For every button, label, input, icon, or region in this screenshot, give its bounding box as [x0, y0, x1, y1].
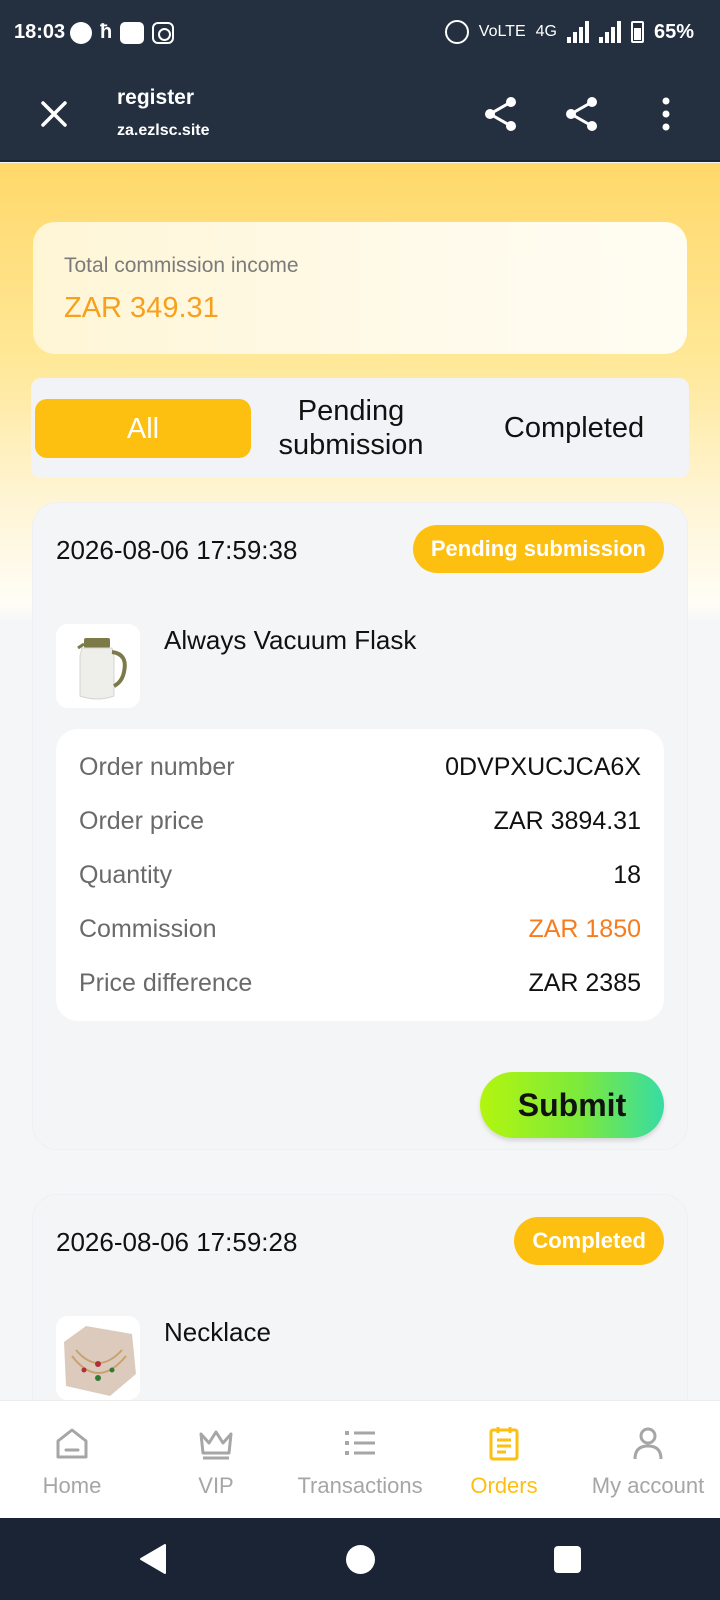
status-badge: Completed [514, 1217, 664, 1265]
order-date: 2026-08-06 17:59:38 [56, 535, 298, 565]
battery-percent: 65% [653, 20, 694, 43]
browser-toolbar: register za.ezlsc.site [0, 66, 720, 162]
bottom-navigation: Home VIP Transactions Orders My account [0, 1400, 720, 1518]
tab-pending-submission[interactable]: Pending submission [263, 378, 439, 478]
income-value: ZAR 349.31 [64, 292, 219, 324]
nav-vip-label: VIP [198, 1473, 234, 1498]
battery-icon [630, 21, 644, 43]
crown-icon [199, 1430, 233, 1460]
back-icon[interactable] [137, 1542, 169, 1576]
price-difference-label: Price difference [79, 968, 253, 997]
order-card: 2026-08-06 17:59:28 Completed Necklace [33, 1195, 687, 1400]
nav-transactions-label: Transactions [297, 1473, 423, 1498]
quantity-label: Quantity [79, 860, 173, 889]
system-indicators: VoLTE 4G 65% [444, 20, 694, 44]
nav-vip[interactable]: VIP [144, 1401, 288, 1519]
product-name: Necklace [164, 1317, 271, 1347]
income-label: Total commission income [64, 254, 299, 277]
signal-icon-2 [598, 21, 621, 43]
nav-my-account-label: My account [591, 1473, 705, 1498]
home-button-icon[interactable] [346, 1545, 375, 1574]
status-time: 18:03 [14, 21, 66, 43]
instagram-icon [152, 21, 175, 44]
list-icon [345, 1431, 375, 1455]
price-difference-row: Price difference ZAR 2385 [79, 963, 641, 1003]
app-square-icon [120, 21, 145, 44]
signal-icon [566, 21, 589, 43]
product-name: Always Vacuum Flask [164, 625, 417, 655]
order-filter-tabs: All Pending submission Completed [31, 378, 689, 478]
volte-indicator: VoLTE [478, 23, 526, 40]
app-notification-icon: ћ [100, 21, 113, 43]
quantity-value: 18 [613, 860, 641, 889]
tab-completed[interactable]: Completed [471, 378, 677, 478]
order-price-value: ZAR 3894.31 [493, 806, 641, 835]
home-icon [56, 1428, 88, 1459]
commission-value: ZAR 1850 [528, 914, 641, 943]
commission-row: Commission ZAR 1850 [79, 909, 641, 949]
nav-home-label: Home [42, 1473, 102, 1498]
tab-all[interactable]: All [35, 399, 251, 458]
close-icon[interactable] [34, 94, 74, 134]
network-type: 4G [535, 23, 557, 40]
recents-icon[interactable] [554, 1546, 581, 1573]
order-price-label: Order price [79, 806, 205, 835]
income-card: Total commission income ZAR 349.31 [33, 222, 687, 354]
clipboard-icon [489, 1427, 519, 1461]
nav-home[interactable]: Home [0, 1401, 144, 1519]
page-url: za.ezlsc.site [117, 122, 210, 139]
order-price-row: Order price ZAR 3894.31 [79, 801, 641, 841]
alarm-icon [444, 20, 469, 44]
order-date: 2026-08-06 17:59:28 [56, 1227, 298, 1257]
nav-orders-label: Orders [470, 1473, 538, 1498]
share-icon-2[interactable] [562, 94, 602, 134]
quantity-row: Quantity 18 [79, 855, 641, 895]
nav-transactions[interactable]: Transactions [288, 1401, 432, 1519]
system-navigation-bar [0, 1518, 720, 1600]
necklace-image [56, 1316, 140, 1400]
status-bar: 18:03 ћ VoLTE 4G 65% [0, 0, 720, 66]
order-number-row: Order number 0DVPXUCJCA6X [79, 747, 641, 787]
order-number-value: 0DVPXUCJCA6X [445, 752, 641, 781]
notification-icons: ћ [70, 21, 175, 44]
telegram-icon [70, 21, 92, 44]
product-image [56, 1316, 140, 1400]
status-badge: Pending submission [412, 525, 664, 573]
nav-my-account[interactable]: My account [576, 1401, 720, 1519]
person-icon [633, 1427, 663, 1460]
commission-label: Commission [79, 914, 217, 943]
submit-button[interactable]: Submit [480, 1072, 664, 1138]
order-number-label: Order number [79, 752, 235, 781]
share-icon[interactable] [481, 94, 521, 134]
more-options-icon[interactable] [648, 94, 684, 134]
orders-page: Total commission income ZAR 349.31 All P… [0, 163, 720, 1400]
order-details: Order number 0DVPXUCJCA6X Order price ZA… [56, 729, 664, 1021]
order-card: 2026-08-06 17:59:38 Pending submission A… [33, 503, 687, 1149]
price-difference-value: ZAR 2385 [528, 968, 641, 997]
nav-orders[interactable]: Orders [432, 1401, 576, 1519]
page-title: register [117, 86, 195, 109]
product-image [56, 624, 140, 708]
flask-image [56, 624, 140, 708]
